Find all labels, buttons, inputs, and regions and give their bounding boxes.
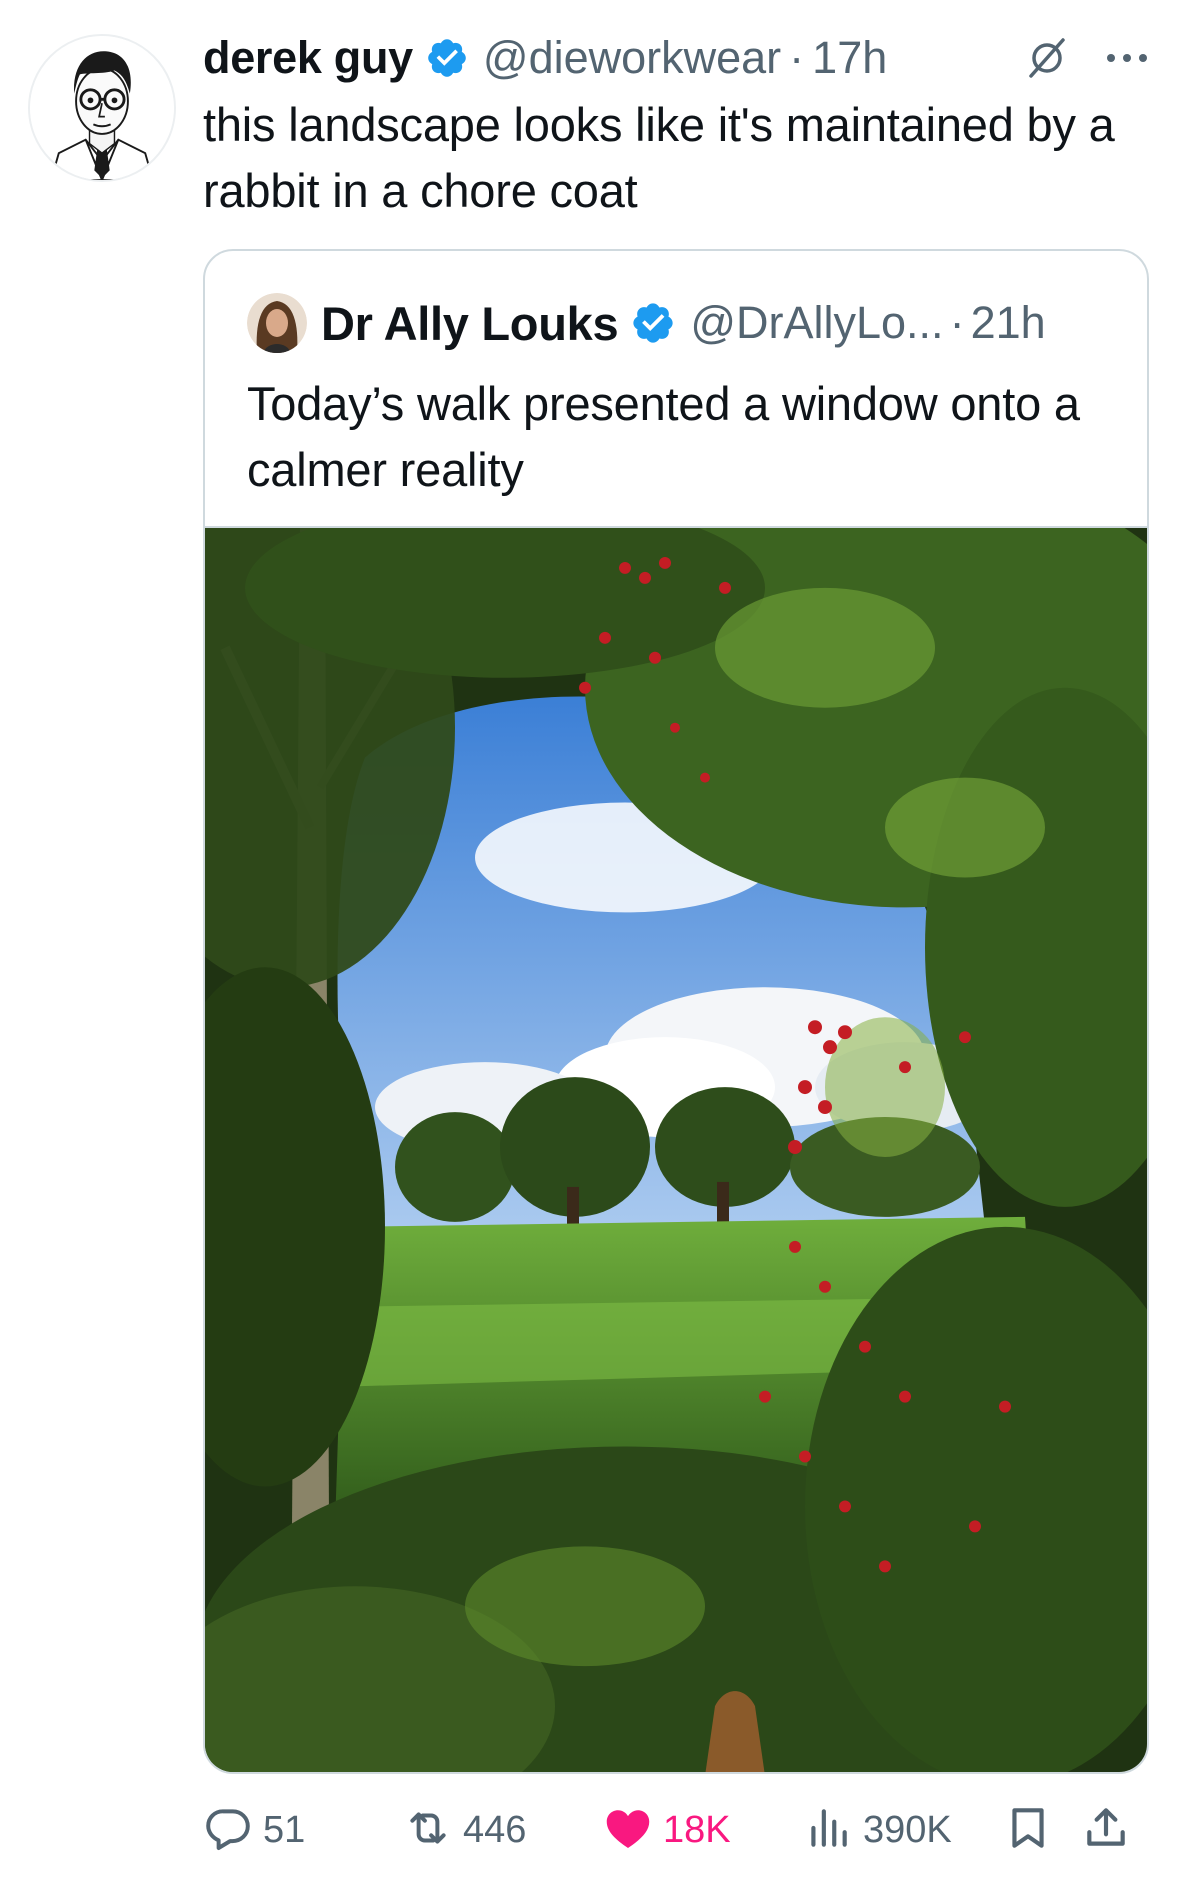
reply-button[interactable]: 51 — [203, 1795, 305, 1865]
quoted-tweet[interactable]: Dr Ally Louks @DrAllyLo... · 21h Today’s… — [203, 249, 1149, 1774]
quote-time[interactable]: 21h — [971, 297, 1046, 349]
quote-author-handle[interactable]: @DrAllyLo... — [690, 297, 943, 349]
heart-filled-icon — [603, 1803, 653, 1858]
grok-icon[interactable] — [1023, 34, 1071, 82]
tweet-header: derek guy @dieworkwear · 17h — [203, 26, 1163, 90]
reply-icon — [203, 1803, 253, 1858]
verified-badge-icon — [630, 300, 676, 346]
author-avatar[interactable] — [28, 34, 176, 182]
quote-author-avatar[interactable] — [247, 293, 307, 353]
tweet-text: this landscape looks like it's maintaine… — [203, 98, 1115, 217]
views-count: 390K — [863, 1808, 952, 1851]
share-icon — [1081, 1803, 1131, 1858]
separator-dot: · — [789, 32, 805, 83]
views-chart-icon — [803, 1803, 853, 1858]
repost-icon — [403, 1803, 453, 1858]
more-options-icon[interactable] — [1101, 34, 1153, 82]
tweet-time[interactable]: 17h — [812, 32, 887, 84]
author-name[interactable]: derek guy — [203, 32, 413, 84]
tweet[interactable]: derek guy @dieworkwear · 17h this landsc… — [0, 0, 1179, 1901]
reply-count: 51 — [263, 1808, 306, 1851]
verified-badge-icon — [425, 36, 469, 80]
like-button[interactable]: 18K — [603, 1795, 731, 1865]
separator-dot: · — [949, 297, 965, 348]
quote-header: Dr Ally Louks @DrAllyLo... · 21h — [247, 287, 1046, 359]
like-count: 18K — [663, 1808, 731, 1851]
author-handle[interactable]: @dieworkwear — [483, 32, 781, 84]
bookmark-button[interactable] — [1003, 1795, 1053, 1865]
views-button[interactable]: 390K — [803, 1795, 952, 1865]
quote-text: Today’s walk presented a window onto a c… — [247, 377, 1080, 496]
quote-author-name[interactable]: Dr Ally Louks — [321, 296, 619, 351]
share-button[interactable] — [1081, 1795, 1131, 1865]
repost-count: 446 — [463, 1808, 527, 1851]
bookmark-icon — [1003, 1803, 1053, 1858]
tweet-actions: 51 446 18K 390K — [203, 1795, 1153, 1865]
repost-button[interactable]: 446 — [403, 1795, 526, 1865]
landscape-photo[interactable] — [205, 526, 1147, 1772]
